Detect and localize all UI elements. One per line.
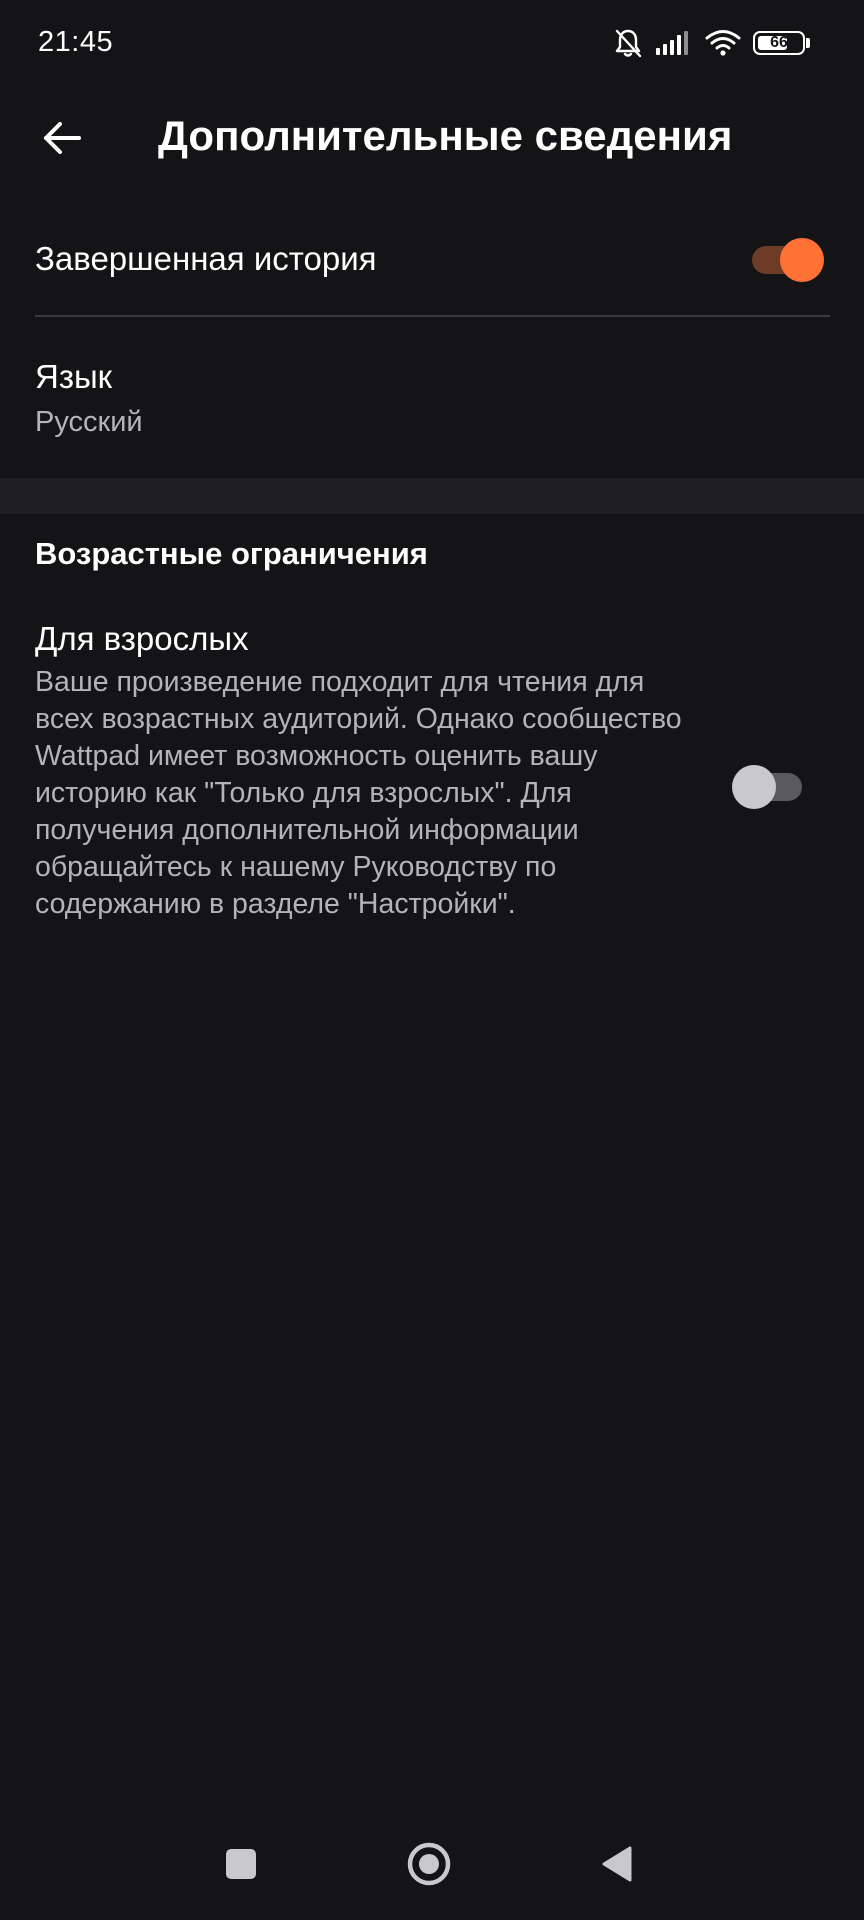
home-circle-icon [406, 1841, 452, 1892]
mature-content-label: Для взрослых [35, 620, 249, 657]
mature-content-row[interactable]: Для взрослых Ваше произведение подходит … [0, 612, 864, 972]
signal-icon [655, 30, 693, 56]
screen: 21:45 66 Дополнительные сведения Заверше… [0, 0, 864, 1920]
battery-cap [806, 38, 810, 48]
language-label: Язык [35, 358, 113, 395]
recents-square-icon [225, 1848, 257, 1885]
page-title: Дополнительные сведения [158, 112, 733, 159]
toggle-thumb [732, 765, 776, 809]
battery-icon: 66 [753, 31, 810, 55]
divider [35, 315, 830, 317]
home-button[interactable] [399, 1836, 459, 1896]
mature-content-description: Ваше произведение подходит для чтения дл… [35, 666, 682, 920]
mature-content-toggle[interactable] [732, 763, 806, 809]
language-row[interactable]: Язык Русский [0, 340, 864, 460]
back-triangle-icon [600, 1845, 634, 1888]
recents-button[interactable] [211, 1836, 271, 1896]
language-value: Русский [35, 406, 143, 438]
status-time: 21:45 [38, 26, 114, 58]
section-separator [0, 478, 864, 514]
completed-story-row[interactable]: Завершенная история [0, 214, 864, 314]
toolbar: Дополнительные сведения [0, 88, 864, 192]
bell-off-icon [613, 27, 643, 59]
completed-story-toggle[interactable] [750, 236, 824, 282]
system-back-button[interactable] [587, 1836, 647, 1896]
completed-story-label: Завершенная история [35, 240, 377, 277]
battery-body: 66 [753, 31, 805, 55]
status-bar: 21:45 66 [0, 0, 864, 88]
toggle-thumb [780, 238, 824, 282]
navigation-bar [0, 1810, 864, 1920]
back-button[interactable] [22, 106, 102, 174]
status-icons: 66 [613, 24, 810, 62]
battery-level: 66 [770, 34, 788, 51]
age-restrictions-heading: Возрастные ограничения [35, 536, 428, 571]
arrow-left-icon [42, 120, 82, 161]
wifi-icon [705, 29, 741, 57]
